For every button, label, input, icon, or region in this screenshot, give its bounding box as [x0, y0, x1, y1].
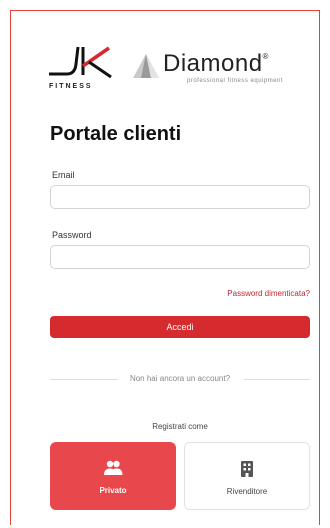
email-field[interactable] [50, 185, 310, 209]
register-rivenditore-card[interactable]: Rivenditore [184, 442, 310, 510]
privato-label: Privato [99, 486, 127, 495]
register-as-label: Registrati come [152, 422, 208, 431]
building-icon [185, 459, 309, 479]
no-account-text: Non hai ancora un account? [129, 374, 231, 383]
diamond-logo: Diamond® professional fitness equipment [131, 50, 311, 90]
jk-fitness-logo: FITNESS [45, 44, 123, 94]
diamond-tagline: professional fitness equipment [187, 78, 284, 84]
diamond-gem-icon [133, 54, 159, 78]
forgot-password-link[interactable]: Password dimenticata? [227, 289, 310, 298]
jk-logo-mark-icon [49, 46, 112, 79]
diamond-wordmark: Diamond® [163, 50, 269, 77]
password-label: Password [52, 230, 92, 240]
password-field[interactable] [50, 245, 310, 269]
logo-bar: FITNESS Diamond® professional fitness eq… [45, 44, 315, 96]
page-title: Portale clienti [50, 123, 182, 145]
rivenditore-label: Rivenditore [226, 487, 268, 496]
jk-fitness-subtitle: FITNESS [49, 83, 93, 90]
email-label: Email [52, 170, 75, 180]
login-button[interactable]: Accedi [50, 316, 310, 338]
register-privato-card[interactable]: Privato [50, 442, 176, 510]
users-icon [50, 458, 176, 478]
